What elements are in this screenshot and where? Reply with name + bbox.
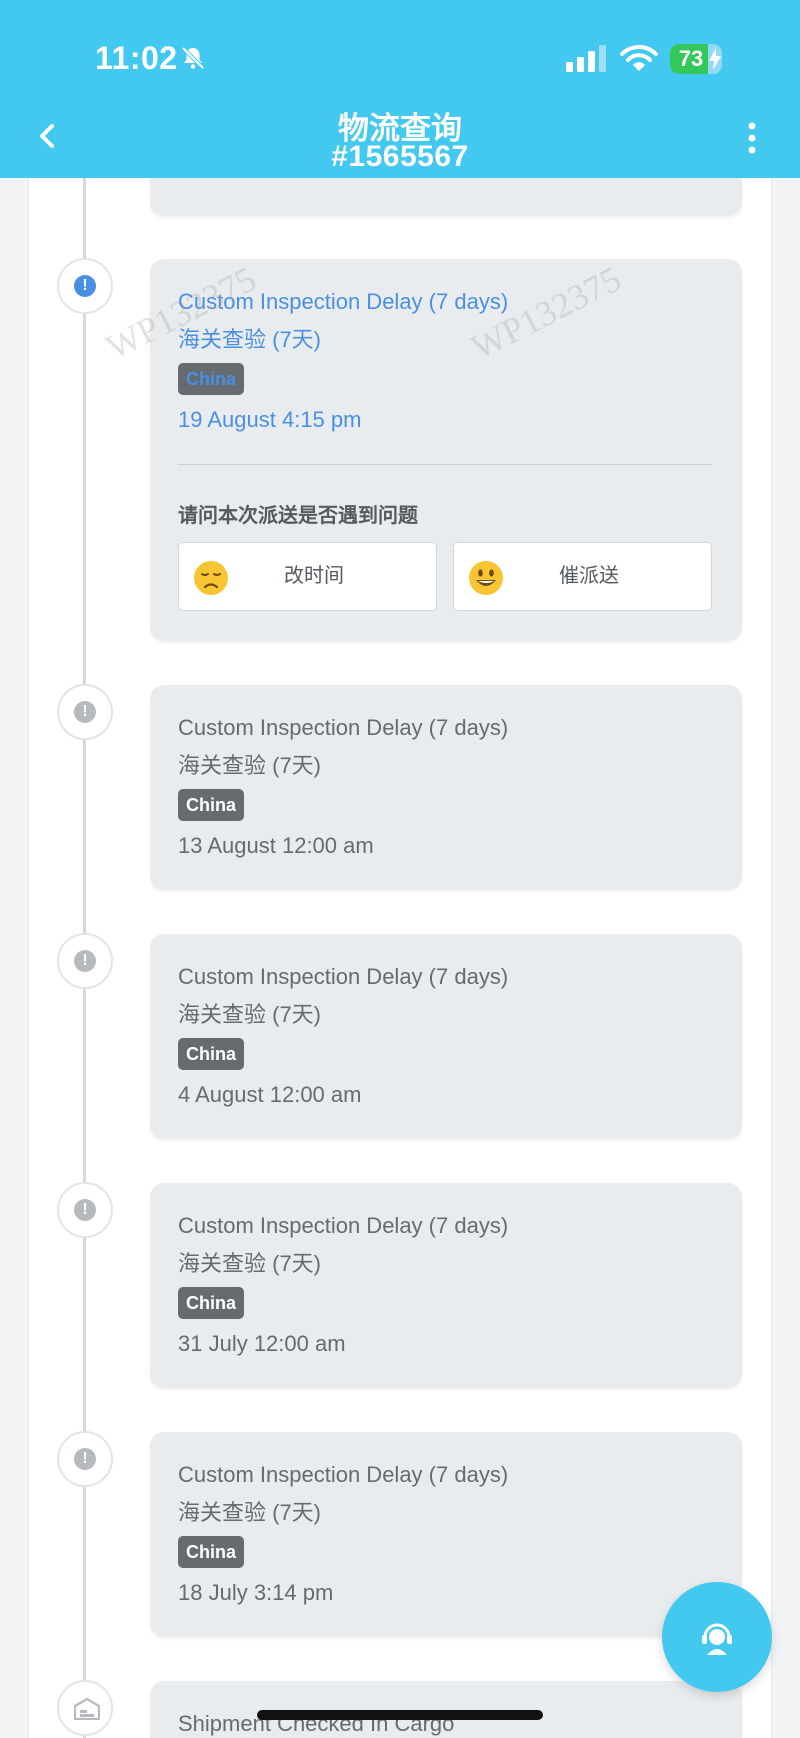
exclamation-icon: ! [74, 1199, 96, 1221]
event-title-cn: 海关查验 (7天) [178, 753, 322, 778]
order-number: #1565567 [331, 140, 469, 173]
home-indicator [257, 1710, 543, 1720]
reschedule-button[interactable]: 改时间 [178, 542, 437, 611]
event-date: 4 August 12:00 am [178, 1082, 362, 1107]
warehouse-icon [74, 1698, 100, 1720]
country-badge: China [178, 1287, 245, 1319]
timeline-node [57, 1680, 113, 1736]
battery-percent: 73 [678, 46, 704, 71]
exclamation-icon: ! [74, 701, 96, 723]
urge-delivery-button[interactable]: 催派送 [453, 542, 712, 611]
timeline-card: Custom Inspection Delay (7 days) 海关查验 (7… [150, 1183, 742, 1388]
exclamation-icon: ! [74, 1448, 96, 1470]
wifi-icon [620, 44, 658, 71]
delivery-question: 请问本次派送是否遇到问题 [178, 505, 418, 527]
timeline-node: ! [57, 684, 113, 740]
timeline-card-active: Custom Inspection Delay (7 days) 海关查验 (7… [150, 259, 742, 641]
event-title-en: Custom Inspection Delay (7 days) [178, 964, 509, 989]
option-label: 催派送 [559, 565, 619, 587]
event-title-cn: 海关查验 (7天) [178, 1002, 322, 1027]
app-header: 11:02 73 物流查询 #1565567 [0, 0, 800, 178]
cellular-signal-icon [566, 45, 606, 72]
timeline-card: Custom Inspection Delay (7 days) 海关查验 (7… [150, 1432, 742, 1637]
event-title-cn: 海关查验 (7天) [178, 1500, 322, 1525]
country-badge: China [178, 1038, 245, 1070]
exclamation-icon: ! [74, 275, 96, 297]
exclamation-icon: ! [74, 950, 96, 972]
timeline-card: Custom Inspection Delay (7 days) 海关查验 (7… [150, 685, 742, 890]
charging-bolt-icon [709, 48, 721, 70]
status-time: 11:02 [95, 40, 178, 76]
country-badge: China [178, 789, 245, 821]
event-title-en: Custom Inspection Delay (7 days) [178, 715, 509, 740]
more-options-icon[interactable] [744, 122, 760, 154]
timeline-node: ! [57, 1182, 113, 1238]
event-date: 13 August 12:00 am [178, 833, 374, 858]
timeline-node: ! [57, 933, 113, 989]
smiling-face-icon [469, 561, 503, 595]
event-title-en: Custom Inspection Delay (7 days) [178, 1213, 509, 1238]
headset-agent-icon [702, 1623, 732, 1655]
event-date: 18 July 3:14 pm [178, 1580, 334, 1605]
frowning-face-icon [194, 561, 228, 595]
event-date: 31 July 12:00 am [178, 1331, 346, 1356]
event-title-cn: 海关查验 (7天) [178, 1251, 322, 1276]
timeline-node: ! [57, 258, 113, 314]
divider [178, 464, 712, 465]
timeline-node: ! [57, 1431, 113, 1487]
battery-indicator: 73 [670, 44, 726, 74]
timeline-card: Custom Inspection Delay (7 days) 海关查验 (7… [150, 934, 742, 1139]
country-badge: China [178, 1536, 245, 1568]
event-title-en: Custom Inspection Delay (7 days) [178, 1462, 509, 1487]
back-button[interactable] [30, 118, 66, 154]
country-badge: China [178, 363, 245, 395]
event-date: 19 August 4:15 pm [178, 407, 362, 432]
option-label: 改时间 [284, 565, 344, 587]
bell-muted-icon [181, 46, 205, 70]
customer-support-button[interactable] [662, 1582, 772, 1692]
